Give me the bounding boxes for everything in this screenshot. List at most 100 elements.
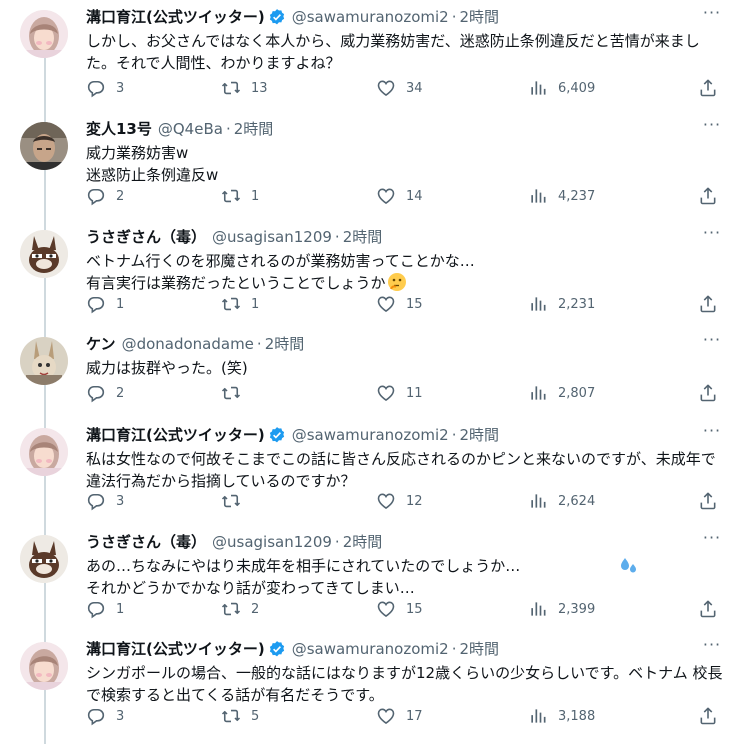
retweet-button[interactable] bbox=[221, 491, 251, 511]
user-handle[interactable]: @usagisan1209 bbox=[212, 226, 332, 248]
tweet[interactable]: 溝口育江(公式ツイッター) @sawamuranozomi2 · 2時間 ···… bbox=[0, 418, 744, 522]
more-options-icon[interactable]: ··· bbox=[700, 637, 724, 660]
tweet[interactable]: ケン @donadonadame · 2時間 ··· 威力は抜群やった。(笑) … bbox=[0, 327, 744, 411]
timestamp[interactable]: 2時間 bbox=[460, 638, 500, 660]
views-button[interactable]: 4,237 bbox=[528, 186, 595, 206]
retweet-button[interactable]: 13 bbox=[221, 78, 268, 98]
more-options-icon[interactable]: ··· bbox=[700, 332, 724, 355]
separator-dot: · bbox=[451, 426, 457, 444]
views-button[interactable]: 3,188 bbox=[528, 706, 595, 726]
share-button[interactable] bbox=[698, 294, 718, 314]
reply-icon bbox=[86, 186, 106, 206]
avatar[interactable] bbox=[20, 535, 68, 583]
user-handle[interactable]: @usagisan1209 bbox=[212, 531, 332, 553]
retweet-button[interactable]: 1 bbox=[221, 294, 259, 314]
like-button[interactable]: 15 bbox=[376, 599, 423, 619]
like-button[interactable]: 17 bbox=[376, 706, 423, 726]
reply-button[interactable]: 3 bbox=[86, 491, 124, 511]
bar-chart-icon bbox=[528, 491, 548, 511]
views-button[interactable]: 6,409 bbox=[528, 78, 595, 98]
retweet-button[interactable] bbox=[221, 383, 251, 403]
user-handle[interactable]: @sawamuranozomi2 bbox=[292, 6, 449, 28]
share-button[interactable] bbox=[698, 78, 718, 98]
tweet[interactable]: うさぎさん（毒） @usagisan1209 · 2時間 ··· あの…ちなみに… bbox=[0, 525, 744, 625]
share-button[interactable] bbox=[698, 491, 718, 511]
display-name[interactable]: 変人13号 bbox=[86, 118, 152, 140]
reply-icon bbox=[86, 599, 106, 619]
separator-dot: · bbox=[451, 8, 457, 26]
retweet-button[interactable]: 5 bbox=[221, 706, 259, 726]
views-button[interactable]: 2,624 bbox=[528, 491, 595, 511]
view-count: 3,188 bbox=[558, 708, 596, 724]
display-name[interactable]: 溝口育江(公式ツイッター) bbox=[86, 638, 265, 660]
display-name[interactable]: 溝口育江(公式ツイッター) bbox=[86, 424, 265, 446]
heart-icon bbox=[376, 294, 396, 314]
user-handle[interactable]: @donadonadame bbox=[122, 333, 254, 355]
tweet[interactable]: うさぎさん（毒） @usagisan1209 · 2時間 ··· ベトナム行くの… bbox=[0, 220, 744, 320]
reply-count: 3 bbox=[116, 80, 125, 96]
timestamp[interactable]: 2時間 bbox=[234, 118, 274, 140]
reply-button[interactable]: 3 bbox=[86, 78, 124, 98]
like-button[interactable]: 12 bbox=[376, 491, 423, 511]
retweet-count: 1 bbox=[251, 296, 260, 312]
timestamp[interactable]: 2時間 bbox=[460, 6, 500, 28]
views-button[interactable]: 2,807 bbox=[528, 383, 595, 403]
reply-icon bbox=[86, 383, 106, 403]
reply-button[interactable]: 3 bbox=[86, 706, 124, 726]
retweet-button[interactable]: 1 bbox=[221, 186, 259, 206]
avatar[interactable] bbox=[20, 337, 68, 385]
more-options-icon[interactable]: ··· bbox=[700, 423, 724, 446]
avatar[interactable] bbox=[20, 122, 68, 170]
verified-badge-icon bbox=[268, 640, 286, 658]
more-options-icon[interactable]: ··· bbox=[700, 117, 724, 140]
display-name[interactable]: ケン bbox=[86, 333, 116, 355]
timestamp[interactable]: 2時間 bbox=[265, 333, 305, 355]
timestamp[interactable]: 2時間 bbox=[460, 424, 500, 446]
tweet[interactable]: 変人13号 @Q4eBa · 2時間 ··· 威力業務妨害w 迷惑防止条例違反w… bbox=[0, 112, 744, 214]
more-options-icon[interactable]: ··· bbox=[700, 5, 724, 28]
share-icon bbox=[698, 706, 718, 726]
retweet-count: 2 bbox=[251, 601, 260, 617]
timestamp[interactable]: 2時間 bbox=[343, 531, 383, 553]
share-icon bbox=[698, 491, 718, 511]
reply-button[interactable]: 1 bbox=[86, 599, 124, 619]
user-handle[interactable]: @Q4eBa bbox=[158, 118, 223, 140]
reply-button[interactable]: 2 bbox=[86, 383, 124, 403]
share-button[interactable] bbox=[698, 706, 718, 726]
timestamp[interactable]: 2時間 bbox=[343, 226, 383, 248]
display-name[interactable]: うさぎさん（毒） bbox=[86, 226, 206, 248]
tweet[interactable]: 溝口育江(公式ツイッター) @sawamuranozomi2 · 2時間 ···… bbox=[0, 0, 744, 106]
reply-button[interactable]: 1 bbox=[86, 294, 124, 314]
like-count: 11 bbox=[406, 385, 423, 401]
share-button[interactable] bbox=[698, 383, 718, 403]
like-button[interactable]: 11 bbox=[376, 383, 423, 403]
views-button[interactable]: 2,231 bbox=[528, 294, 595, 314]
user-handle[interactable]: @sawamuranozomi2 bbox=[292, 638, 449, 660]
view-count: 2,231 bbox=[558, 296, 596, 312]
more-options-icon[interactable]: ··· bbox=[700, 225, 724, 248]
views-button[interactable]: 2,399 bbox=[528, 599, 595, 619]
user-handle[interactable]: @sawamuranozomi2 bbox=[292, 424, 449, 446]
retweet-icon bbox=[221, 383, 241, 403]
avatar[interactable] bbox=[20, 230, 68, 278]
like-button[interactable]: 14 bbox=[376, 186, 423, 206]
thinking-face-icon bbox=[387, 273, 406, 291]
retweet-icon bbox=[221, 294, 241, 314]
avatar[interactable] bbox=[20, 428, 68, 476]
like-button[interactable]: 15 bbox=[376, 294, 423, 314]
retweet-button[interactable]: 2 bbox=[221, 599, 259, 619]
like-button[interactable]: 34 bbox=[376, 78, 423, 98]
retweet-count: 5 bbox=[251, 708, 260, 724]
display-name[interactable]: うさぎさん（毒） bbox=[86, 531, 206, 553]
more-options-icon[interactable]: ··· bbox=[700, 530, 724, 553]
tweet-text-content: あの…ちなみにやはり未成年を相手にされていたのでしょうか… それかどうかでかなり… bbox=[86, 557, 521, 597]
avatar[interactable] bbox=[20, 10, 68, 58]
avatar[interactable] bbox=[20, 642, 68, 690]
share-button[interactable] bbox=[698, 599, 718, 619]
retweet-count: 13 bbox=[251, 80, 268, 96]
reply-button[interactable]: 2 bbox=[86, 186, 124, 206]
display-name[interactable]: 溝口育江(公式ツイッター) bbox=[86, 6, 265, 28]
tweet[interactable]: 溝口育江(公式ツイッター) @sawamuranozomi2 · 2時間 ···… bbox=[0, 632, 744, 744]
view-count: 2,399 bbox=[558, 601, 596, 617]
share-button[interactable] bbox=[698, 186, 718, 206]
